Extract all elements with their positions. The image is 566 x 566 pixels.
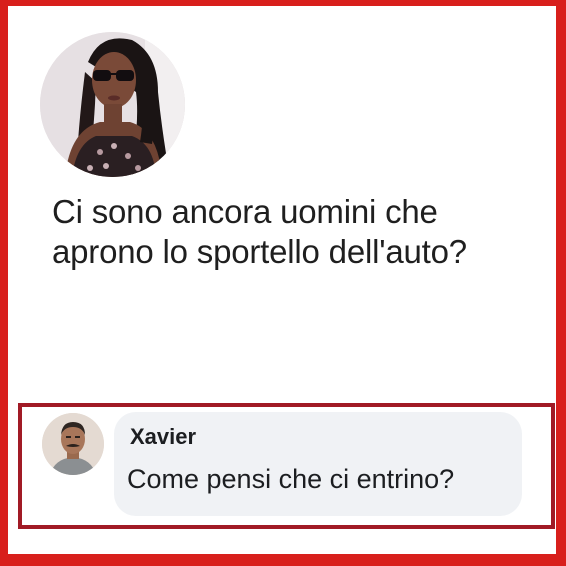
post-text-line-2: aprono lo sportello dell'auto? [52, 233, 467, 270]
man-profile-photo-icon [42, 413, 104, 475]
comment-author-name[interactable]: Xavier [130, 424, 196, 450]
comment-text: Come pensi che ci entrino? [127, 464, 455, 494]
post-text: Ci sono ancora uomini che aprono lo spor… [52, 192, 532, 272]
woman-profile-photo-icon [40, 32, 185, 177]
post-avatar[interactable] [40, 32, 185, 177]
post-text-line-1: Ci sono ancora uomini che [52, 193, 438, 230]
comment-avatar[interactable] [42, 413, 104, 475]
